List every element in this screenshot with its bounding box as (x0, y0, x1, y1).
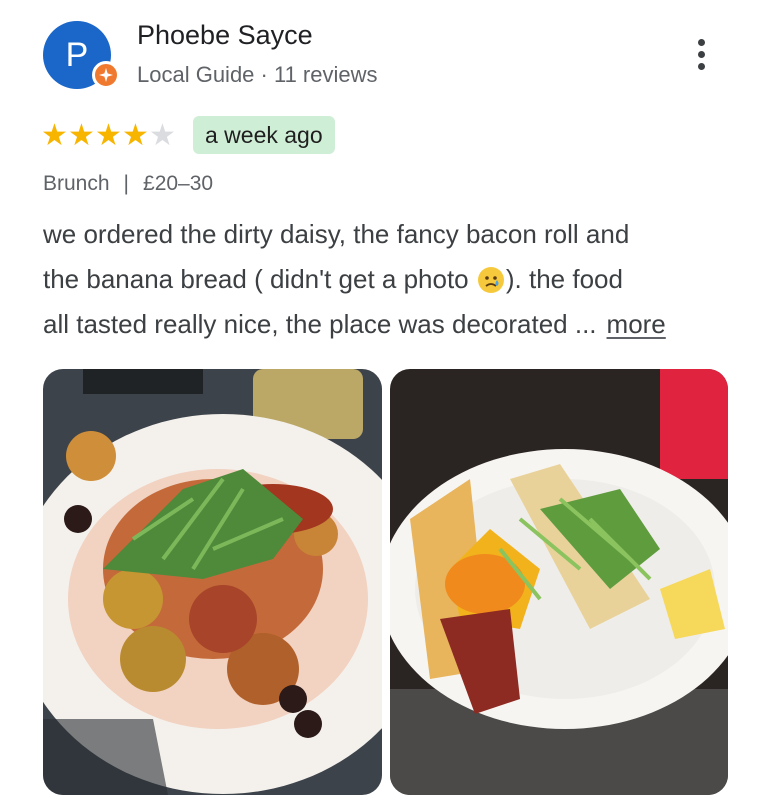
avatar-initial: P (65, 35, 89, 74)
review-meta: Brunch | £20–30 (43, 172, 213, 196)
reviewer-name[interactable]: Phoebe Sayce (137, 20, 313, 51)
price-range: £20–30 (143, 172, 214, 195)
review-line: the banana bread ( didn't get a photo ).… (43, 264, 623, 294)
star-filled-icon: ★ (41, 119, 68, 152)
meal-type: Brunch (43, 172, 110, 195)
review-photo[interactable] (390, 369, 728, 795)
more-link[interactable]: more (607, 309, 666, 339)
star-filled-icon: ★ (68, 119, 95, 152)
food-photo-dirty-daisy-icon (43, 369, 382, 795)
reviewer-subtitle: Local Guide · 11 reviews (137, 62, 378, 87)
star-filled-icon: ★ (95, 119, 122, 152)
review-photo[interactable] (43, 369, 382, 795)
local-guide-badge-icon (92, 61, 120, 89)
star-filled-icon: ★ (122, 119, 149, 152)
review-line: we ordered the dirty daisy, the fancy ba… (43, 219, 630, 249)
meta-separator: | (123, 172, 130, 195)
star-rating: ★ ★ ★ ★ ★ (41, 121, 176, 151)
review-line: all tasted really nice, the place was de… (43, 309, 666, 339)
more-options-icon[interactable] (686, 34, 716, 74)
review-date: a week ago (193, 116, 335, 154)
star-empty-icon: ★ (149, 119, 176, 152)
food-photo-bacon-roll-icon (390, 369, 728, 795)
sad-tear-emoji-icon (477, 267, 504, 293)
review-text: we ordered the dirty daisy, the fancy ba… (43, 212, 743, 347)
